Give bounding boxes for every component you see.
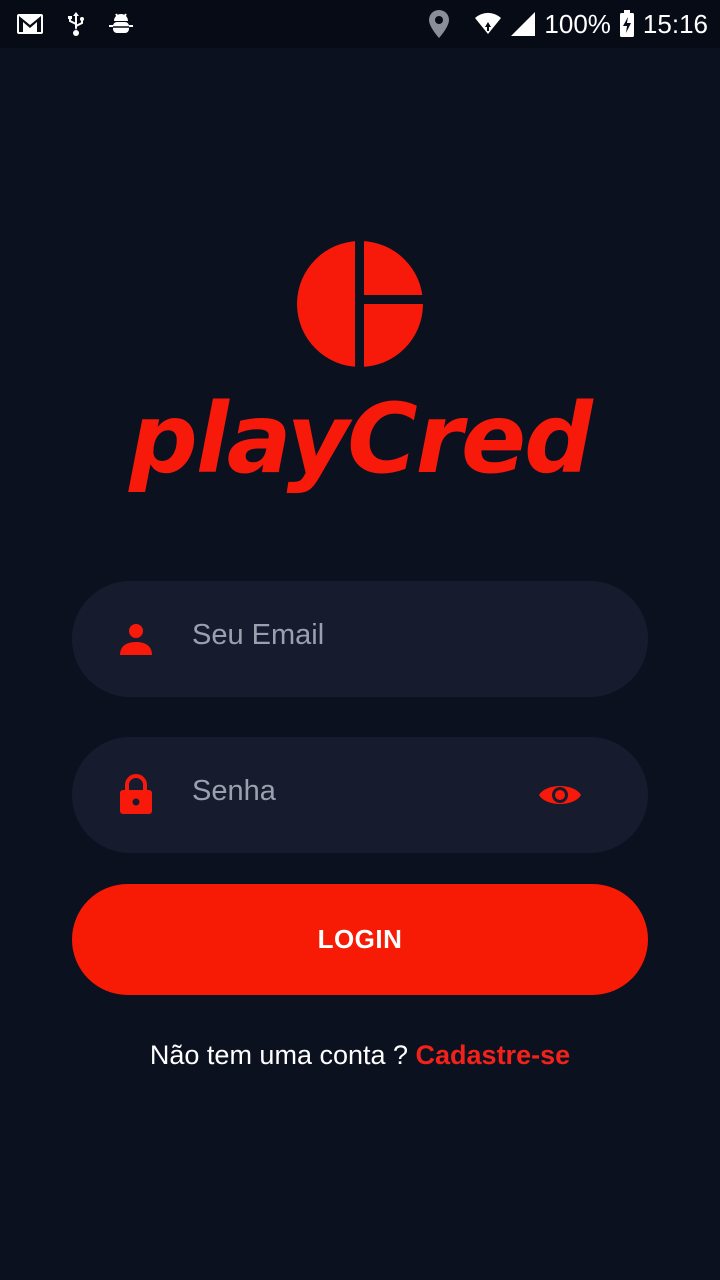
signup-text: Não tem uma conta ? bbox=[149, 1040, 416, 1070]
android-debug-icon bbox=[108, 11, 134, 37]
usb-icon bbox=[66, 11, 86, 37]
login-screen: 100% 15:16 playCred Seu Email Senha LOGI… bbox=[0, 0, 720, 1280]
show-password-eye-icon[interactable] bbox=[538, 775, 582, 815]
lock-icon bbox=[120, 774, 152, 814]
login-button-label: LOGIN bbox=[317, 924, 403, 954]
password-field[interactable]: Senha bbox=[72, 737, 648, 853]
battery-charging-icon bbox=[619, 10, 635, 38]
signup-prompt: Não tem uma conta ? Cadastre-se bbox=[0, 1040, 720, 1071]
status-bar: 100% 15:16 bbox=[0, 0, 720, 48]
user-icon bbox=[120, 624, 152, 655]
wifi-icon bbox=[474, 12, 502, 36]
status-bar-left bbox=[0, 11, 134, 37]
status-bar-right: 100% 15:16 bbox=[426, 8, 720, 40]
signup-link[interactable]: Cadastre-se bbox=[416, 1040, 571, 1070]
playcred-logo-icon bbox=[297, 240, 426, 370]
email-field[interactable]: Seu Email bbox=[72, 581, 648, 697]
gmail-icon bbox=[16, 13, 44, 35]
brand-wordmark: playCred bbox=[129, 383, 593, 495]
clock: 15:16 bbox=[642, 8, 708, 39]
battery-percent: 100% bbox=[544, 8, 611, 39]
login-button[interactable]: LOGIN bbox=[72, 884, 648, 995]
signal-icon bbox=[510, 11, 536, 37]
location-icon bbox=[426, 8, 452, 40]
email-placeholder[interactable]: Seu Email bbox=[192, 581, 324, 689]
password-placeholder[interactable]: Senha bbox=[192, 737, 276, 845]
